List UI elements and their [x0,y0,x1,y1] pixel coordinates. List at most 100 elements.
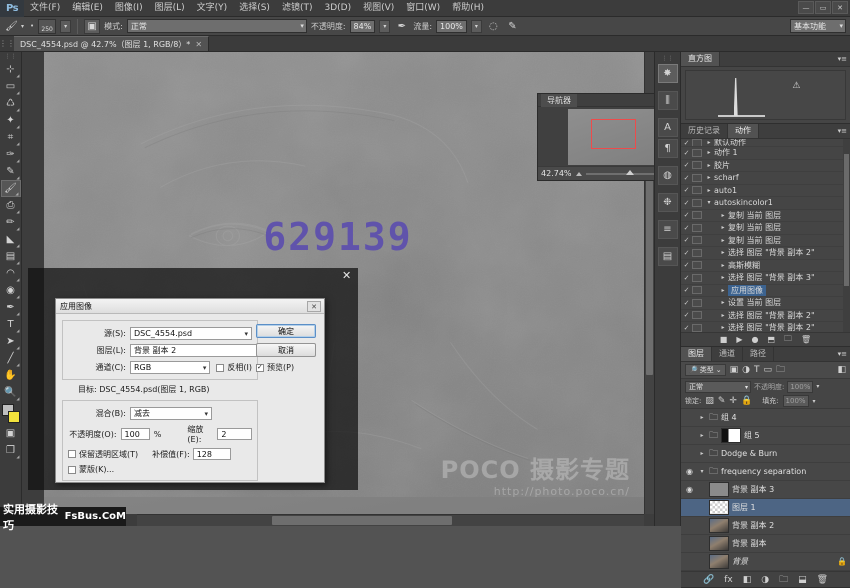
action-toggle-icon[interactable]: ✓ [681,236,692,244]
document-tab[interactable]: DSC_4554.psd @ 42.7%（图层 1, RGB/8）* ✕ [14,36,209,51]
pen-tool[interactable]: ✒ [1,299,21,316]
menu-help[interactable]: 帮助(H) [446,0,490,17]
dialog-title-bar[interactable]: 应用图像 ✕ [56,299,324,314]
opacity-input[interactable]: 84% [350,20,376,33]
rail-grip[interactable]: ⋮⋮ [655,55,680,63]
layer-opacity-input[interactable]: 100% [787,381,813,393]
lock-position-icon[interactable]: ✛ [729,396,737,406]
invert-checkbox-row[interactable]: 反相(I) [216,362,252,373]
brush-chevron-icon[interactable]: ▾ [21,23,24,30]
source-select[interactable]: DSC_4554.psd [130,327,252,340]
menu-window[interactable]: 窗口(W) [400,0,446,17]
action-row[interactable]: ✓ ▸ 选择 图层 "背景 副本 2" [681,247,850,260]
panel-menu-icon[interactable]: ▾≡ [838,127,847,135]
menu-3d[interactable]: 3D(D) [318,0,357,17]
action-dialog-toggle[interactable] [692,274,702,282]
action-dialog-toggle[interactable] [692,249,702,257]
menu-view[interactable]: 视图(V) [357,0,400,17]
play-icon[interactable]: ● [752,335,759,344]
action-dialog-toggle[interactable] [692,261,702,269]
path-selection-tool[interactable]: ➤ [1,333,21,350]
cancel-button[interactable]: 取消 [256,343,316,357]
scale-input[interactable]: 2 [217,428,252,440]
layer-row[interactable]: ◉ ▾ 🗀 frequency separation [681,463,850,481]
expand-icon[interactable]: ▾ [698,468,706,475]
layer-blend-mode-select[interactable]: 正常 [685,381,751,393]
type-tool[interactable]: T [1,316,21,333]
menu-select[interactable]: 选择(S) [233,0,276,17]
expand-icon[interactable]: ▸ [704,149,714,156]
expand-icon[interactable]: ▸ [718,274,728,281]
layer-row[interactable]: ◉ 背景 副本 [681,535,850,553]
zoom-tool[interactable]: 🔍 [1,384,21,401]
expand-icon[interactable]: ▸ [718,324,728,331]
invert-checkbox[interactable] [216,364,224,372]
mask-checkbox[interactable] [68,466,76,474]
airbrush-icon[interactable]: ◌ [486,19,501,34]
tab-navigator[interactable]: 导航器 [541,94,577,107]
delete-layer-icon[interactable]: 🗑 [817,575,828,585]
action-toggle-icon[interactable]: ✓ [681,186,692,194]
filter-smart-icon[interactable]: 🗀 [776,362,785,378]
close-icon[interactable]: ✕ [195,40,202,49]
visibility-icon[interactable]: ◉ [684,467,695,476]
layer-filter-select[interactable]: 🔎 类型 ⌄ [685,364,726,376]
layer-row[interactable]: ◉ ▸ 🗀 组 5 [681,427,850,445]
expand-icon[interactable]: ▸ [698,450,706,457]
action-dialog-toggle[interactable] [692,149,702,157]
navigator-zoom-value[interactable]: 42.74% [541,169,572,178]
styles-panel-icon[interactable]: ◍ [658,166,678,185]
screen-mode-icon[interactable]: ❐ [1,442,21,459]
workspace-select[interactable]: 基本功能 [790,19,846,33]
expand-icon[interactable]: ▸ [704,139,714,146]
visibility-icon[interactable]: ◉ [684,413,695,422]
action-dialog-toggle[interactable] [692,286,702,294]
action-dialog-toggle[interactable] [692,186,702,194]
visibility-icon[interactable]: ◉ [684,503,695,512]
expand-icon[interactable]: ▸ [718,262,728,269]
expand-icon[interactable]: ▸ [718,249,728,256]
lock-image-icon[interactable]: ✎ [718,396,726,406]
layer-thumbnail[interactable] [709,500,729,515]
layer-mask-thumbnail[interactable] [721,428,741,443]
action-dialog-toggle[interactable] [692,324,702,332]
color-swatches[interactable] [1,403,21,425]
menu-edit[interactable]: 编辑(E) [66,0,109,17]
expand-icon[interactable]: ▸ [718,299,728,306]
flow-pressure-icon[interactable]: ✎ [505,19,520,34]
filter-pixel-icon[interactable]: ▣ [730,365,739,375]
action-row[interactable]: ✓ ▸ 复制 当前 图层 [681,222,850,235]
close-button[interactable]: ✕ [832,1,848,14]
eyedropper-tool[interactable]: ✑ [1,146,21,163]
menu-image[interactable]: 图像(I) [109,0,149,17]
action-row[interactable]: ✓ ▸ 选择 图层 "背景 副本 2" [681,322,850,332]
zoom-slider[interactable] [586,173,654,175]
background-color-swatch[interactable] [8,411,20,423]
action-row-selected[interactable]: ✓ ▸ 应用图像 [681,285,850,298]
brush-tool-icon[interactable]: 🖌 ▾ [4,19,26,34]
hand-tool[interactable]: ✋ [1,367,21,384]
preserve-transparency-row[interactable]: 保留透明区域(T) [68,449,138,460]
visibility-icon[interactable]: ◉ [684,449,695,458]
new-set-icon[interactable]: ⬒ [767,335,775,344]
actions-list[interactable]: ✓ ▸ 默认动作 ✓ ▸ 动作 1 ✓ ▸ [681,139,850,332]
action-row[interactable]: ✓ ▸ 选择 图层 "背景 副本 3" [681,272,850,285]
dialog-dismiss-icon[interactable]: ✕ [342,269,351,282]
navigator-view-box[interactable] [591,119,636,149]
layer-thumbnail[interactable] [709,536,729,551]
layer-row[interactable]: ◉ 背景 副本 3 [681,481,850,499]
character-panel-icon[interactable]: A [658,118,678,137]
paragraph-panel-icon[interactable]: ¶ [658,139,678,158]
actions-scrollbar[interactable] [843,139,850,332]
layer-row[interactable]: ◉ ▸ 🗀 Dodge & Burn [681,445,850,463]
minimize-button[interactable]: — [798,1,814,14]
lasso-tool[interactable]: ♺ [1,95,21,112]
preview-checkbox[interactable] [256,364,264,372]
tab-layers[interactable]: 图层 [681,347,712,361]
dodge-tool[interactable]: ◉ [1,282,21,299]
dialog-close-button[interactable]: ✕ [307,301,321,312]
tab-channels[interactable]: 通道 [712,347,743,361]
panel-menu-icon[interactable]: ▾≡ [838,350,847,358]
action-dialog-toggle[interactable] [692,299,702,307]
visibility-icon[interactable]: ◉ [684,485,695,494]
